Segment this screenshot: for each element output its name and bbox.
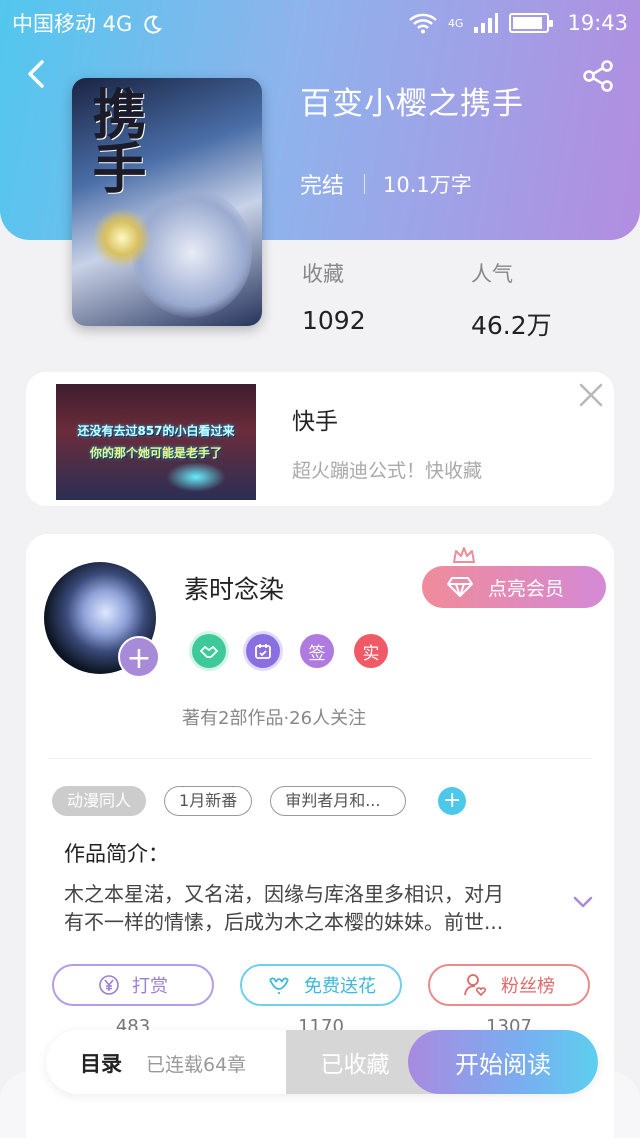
section-divider bbox=[48, 758, 592, 759]
carrier-label: 中国移动 4G bbox=[12, 8, 408, 38]
share-button[interactable] bbox=[580, 58, 616, 94]
moon-icon bbox=[144, 15, 162, 34]
start-reading-label: 开始阅读 bbox=[455, 1050, 551, 1079]
serial-status[interactable]: 已连载64章 bbox=[146, 1050, 246, 1077]
book-meta: 完结 10.1万字 bbox=[300, 168, 472, 200]
start-reading-button[interactable]: 开始阅读 bbox=[408, 1030, 598, 1094]
crown-icon bbox=[453, 547, 475, 563]
chevron-left-icon bbox=[28, 60, 44, 88]
fan-ranking-label: 粉丝榜 bbox=[501, 976, 555, 997]
author-badges: 签 实 bbox=[192, 634, 388, 668]
toc-button[interactable]: 目录 bbox=[80, 1048, 122, 1078]
collected-label: 已收藏 bbox=[320, 1052, 390, 1078]
tag-item[interactable]: 审判者月和... bbox=[270, 786, 407, 816]
signal-icon bbox=[474, 13, 499, 33]
battery-icon bbox=[509, 13, 554, 33]
vip-button[interactable]: 点亮会员 bbox=[422, 566, 606, 608]
status-right: 4G 19:43 bbox=[408, 11, 628, 35]
tag-item[interactable]: 1月新番 bbox=[164, 786, 253, 816]
calendar-badge-icon[interactable] bbox=[246, 634, 280, 668]
share-icon bbox=[583, 60, 613, 92]
diamond-icon bbox=[447, 577, 473, 597]
stat-collect-label: 收藏 bbox=[302, 262, 344, 286]
send-flower-label: 免费送花 bbox=[304, 976, 376, 997]
intro-heading: 作品简介： bbox=[64, 842, 169, 866]
handshake-badge-icon[interactable] bbox=[192, 634, 226, 668]
stat-collect-value: 1092 bbox=[302, 306, 366, 335]
yen-coin-icon bbox=[99, 975, 119, 995]
user-heart-icon bbox=[464, 974, 487, 997]
book-title: 百变小樱之携手 bbox=[300, 86, 524, 122]
reward-button[interactable]: 打赏 bbox=[52, 964, 214, 1006]
wifi-icon bbox=[409, 13, 437, 34]
carrier-text: 中国移动 4G bbox=[12, 12, 133, 36]
sign-badge[interactable]: 签 bbox=[300, 634, 334, 668]
tag-item[interactable]: 动漫同人 bbox=[52, 786, 147, 816]
ad-close-button[interactable] bbox=[576, 380, 606, 410]
ad-app-name: 快手 bbox=[292, 409, 338, 435]
status-bar: 中国移动 4G 4G 19:43 bbox=[0, 0, 640, 46]
ad-thumbnail: 还没有去过857的小白看过来 你的那个她可能是老手了 bbox=[56, 384, 256, 500]
follow-author-button[interactable]: + bbox=[118, 636, 160, 678]
ad-description: 超火蹦迪公式！快收藏 bbox=[292, 460, 483, 482]
action-row: 打赏 免费送花 粉丝榜 bbox=[52, 964, 590, 1006]
add-tag-button[interactable]: + bbox=[438, 787, 467, 815]
chevron-down-icon[interactable] bbox=[572, 894, 594, 910]
intro-line-2: 有不一样的情愫，后成为木之本樱的妹妹。前世... bbox=[64, 910, 504, 934]
tag-list: 动漫同人 1月新番 审判者月和... + bbox=[52, 786, 467, 816]
clock: 19:43 bbox=[567, 11, 628, 35]
close-icon bbox=[579, 383, 603, 407]
fan-ranking-button[interactable]: 粉丝榜 bbox=[428, 964, 590, 1006]
ad-thumb-caption-1: 还没有去过857的小白看过来 bbox=[77, 424, 235, 438]
reward-label: 打赏 bbox=[132, 976, 168, 997]
author-stats: 著有2部作品·26人关注 bbox=[182, 708, 367, 729]
stat-popularity-label: 人气 bbox=[471, 262, 513, 286]
meta-divider bbox=[364, 174, 366, 194]
ad-thumb-caption-2: 你的那个她可能是老手了 bbox=[89, 446, 222, 460]
flower-icon bbox=[269, 977, 289, 994]
stat-popularity-value: 46.2万 bbox=[471, 311, 552, 340]
verified-badge[interactable]: 实 bbox=[354, 634, 388, 668]
vip-button-label: 点亮会员 bbox=[488, 577, 565, 600]
network-type: 4G bbox=[447, 17, 464, 30]
ad-card[interactable]: 还没有去过857的小白看过来 你的那个她可能是老手了 快手 超火蹦迪公式！快收藏 bbox=[26, 372, 614, 506]
book-cover[interactable]: 携手 bbox=[72, 78, 262, 326]
cover-title-text: 携手 bbox=[83, 86, 147, 194]
author-name[interactable]: 素时念染 bbox=[184, 570, 284, 606]
book-status: 完结 bbox=[300, 174, 345, 199]
stat-collect: 收藏 1092 bbox=[302, 258, 366, 335]
intro-line-1: 木之本星渃，又名渃，因缘与库洛里多相识，对月 bbox=[64, 882, 504, 906]
bottom-bar: 目录 已连载64章 已收藏 开始阅读 bbox=[46, 1030, 598, 1094]
word-count: 10.1万字 bbox=[383, 173, 472, 197]
back-button[interactable] bbox=[22, 56, 52, 92]
intro-text[interactable]: 木之本星渃，又名渃，因缘与库洛里多相识，对月 有不一样的情愫，后成为木之本樱的妹… bbox=[64, 880, 544, 936]
stat-popularity: 人气 46.2万 bbox=[471, 258, 552, 342]
send-flower-button[interactable]: 免费送花 bbox=[240, 964, 402, 1006]
